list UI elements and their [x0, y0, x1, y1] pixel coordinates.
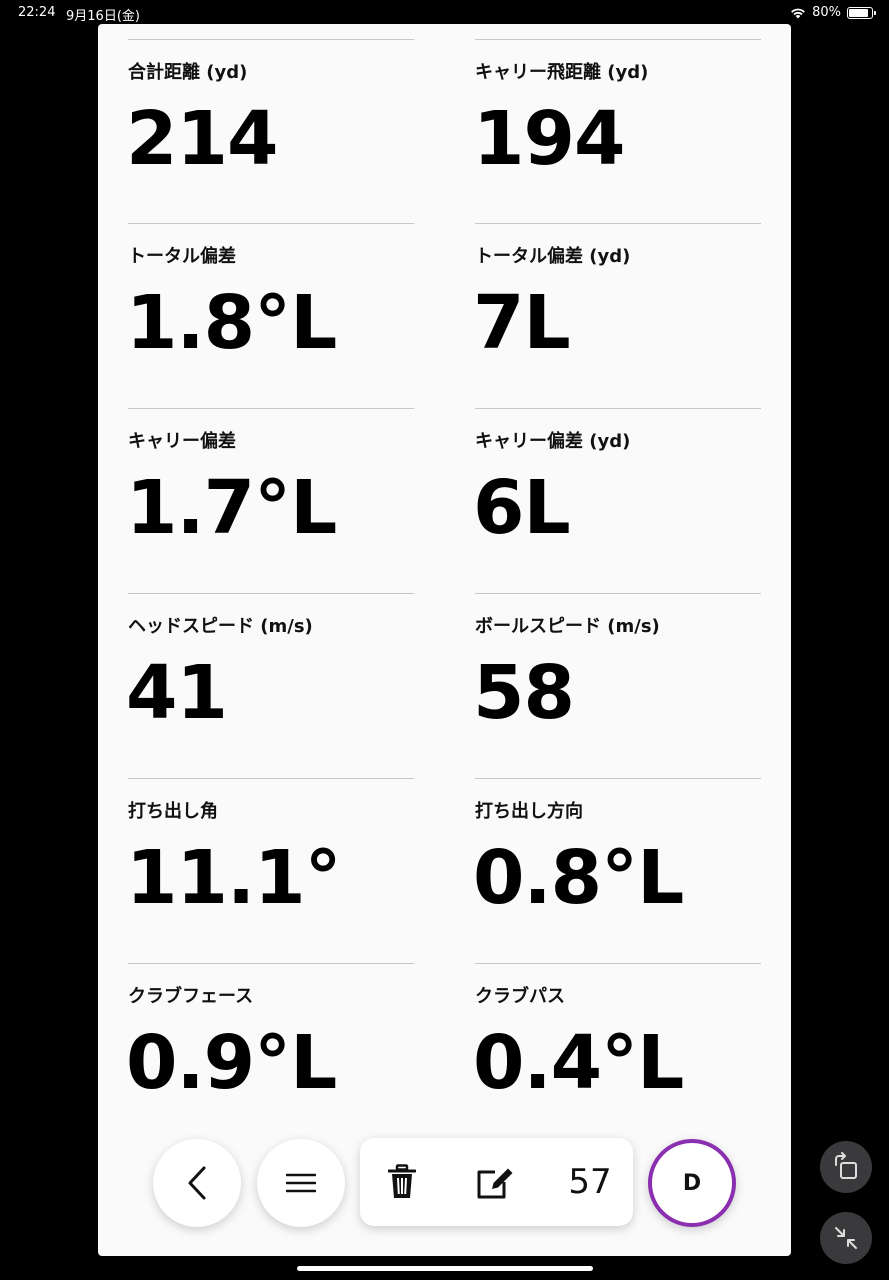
- metric-value: 41: [126, 650, 228, 736]
- metric-value: 7L: [473, 280, 571, 366]
- shot-metrics-panel: 合計距離 (yd) 214 キャリー飛距離 (yd) 194 トータル偏差 1.…: [98, 24, 791, 1256]
- back-button[interactable]: [153, 1139, 241, 1227]
- battery-icon: [847, 6, 876, 19]
- wifi-icon: [791, 8, 805, 18]
- minimize-icon: [835, 1227, 857, 1249]
- metric-cell: トータル偏差 1.8°L: [126, 223, 414, 409]
- trash-icon: [388, 1164, 416, 1198]
- metric-cell: トータル偏差 (yd) 7L: [473, 223, 761, 409]
- metric-value: 1.7°L: [126, 465, 337, 551]
- shot-count: 57: [555, 1138, 625, 1226]
- metric-value: 194: [473, 96, 625, 182]
- metric-label: キャリー偏差: [128, 431, 236, 452]
- metric-value: 0.4°L: [473, 1020, 684, 1106]
- minimize-button[interactable]: [820, 1212, 872, 1264]
- metric-label: 打ち出し角: [128, 801, 218, 822]
- metric-label: キャリー飛距離 (yd): [475, 62, 649, 83]
- metric-label: クラブフェース: [128, 986, 254, 1007]
- metric-value: 0.8°L: [473, 835, 684, 921]
- metric-cell: キャリー偏差 (yd) 6L: [473, 408, 761, 594]
- metric-value: 11.1°: [126, 835, 342, 921]
- battery-percent: 80%: [812, 5, 841, 20]
- rotate-screen-button[interactable]: [820, 1141, 872, 1193]
- rotate-screen-icon: [835, 1152, 857, 1179]
- metric-value: 0.9°L: [126, 1020, 337, 1106]
- hamburger-menu-icon: [286, 1173, 316, 1193]
- metric-label: トータル偏差: [128, 246, 236, 267]
- metric-cell: ヘッドスピード (m/s) 41: [126, 593, 414, 779]
- metric-label: 合計距離 (yd): [128, 62, 248, 83]
- metric-cell: 打ち出し方向 0.8°L: [473, 778, 761, 964]
- metric-cell: クラブフェース 0.9°L: [126, 963, 414, 1149]
- club-select-button[interactable]: D: [648, 1139, 736, 1227]
- edit-icon: [477, 1168, 513, 1199]
- metric-label: 打ち出し方向: [475, 801, 583, 822]
- status-date: 9月16日(金): [66, 9, 140, 24]
- menu-button[interactable]: [257, 1139, 345, 1227]
- metric-label: クラブパス: [475, 986, 565, 1007]
- shot-actions-toolbar: 57: [360, 1138, 633, 1226]
- metric-value: 6L: [473, 465, 571, 551]
- status-right: 80%: [790, 5, 876, 20]
- metric-label: ヘッドスピード (m/s): [128, 616, 313, 637]
- metric-cell: クラブパス 0.4°L: [473, 963, 761, 1149]
- club-label: D: [682, 1170, 702, 1196]
- metric-label: ボールスピード (m/s): [475, 616, 660, 637]
- metric-value: 214: [126, 96, 278, 182]
- metric-cell: ボールスピード (m/s) 58: [473, 593, 761, 779]
- metric-label: キャリー偏差 (yd): [475, 431, 631, 452]
- metric-label: トータル偏差 (yd): [475, 246, 631, 267]
- edit-button[interactable]: [465, 1138, 525, 1226]
- status-bar: 22:24 9月16日(金) 80%: [0, 0, 889, 26]
- metric-value: 1.8°L: [126, 280, 337, 366]
- home-indicator[interactable]: [297, 1266, 593, 1271]
- metric-cell: 合計距離 (yd) 214: [126, 39, 414, 225]
- metric-cell: 打ち出し角 11.1°: [126, 778, 414, 964]
- status-time: 22:24: [18, 5, 56, 20]
- delete-button[interactable]: [372, 1138, 432, 1226]
- shot-count-value: 57: [568, 1162, 612, 1202]
- chevron-left-icon: [188, 1166, 206, 1200]
- metric-cell: キャリー偏差 1.7°L: [126, 408, 414, 594]
- metric-cell: キャリー飛距離 (yd) 194: [473, 39, 761, 225]
- metric-value: 58: [473, 650, 575, 736]
